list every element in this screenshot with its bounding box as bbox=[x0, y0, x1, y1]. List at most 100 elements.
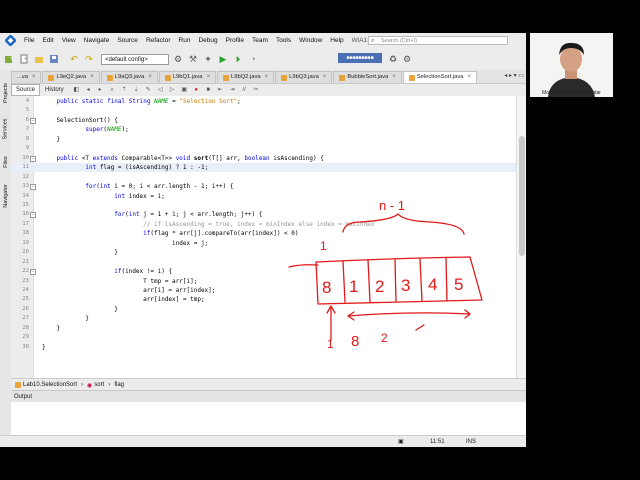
code-line[interactable]: 27 } bbox=[11, 314, 516, 323]
back-icon[interactable]: ◂ bbox=[84, 86, 93, 94]
code-line[interactable]: 23 T tmp = arr[i]; bbox=[11, 277, 516, 286]
shift-left-icon[interactable]: ⇤ bbox=[216, 86, 225, 94]
tab-scroll-arrows-icon[interactable]: ◂ ▸ ▾ ▭ bbox=[504, 72, 524, 79]
output-tab[interactable]: Output bbox=[11, 390, 526, 402]
code-line[interactable]: 7 super(NAME); bbox=[11, 125, 516, 134]
code-line[interactable]: 26 } bbox=[11, 305, 516, 314]
menu-view[interactable]: View bbox=[58, 33, 80, 48]
code-line[interactable]: 21 bbox=[11, 258, 516, 267]
close-icon[interactable]: × bbox=[206, 72, 210, 83]
menu-team[interactable]: Team bbox=[248, 33, 272, 48]
code-line[interactable]: 20 } bbox=[11, 248, 516, 257]
file-tab-3[interactable]: L9bQ1.java × bbox=[158, 71, 216, 83]
code-line[interactable]: 15 bbox=[11, 201, 516, 210]
find-next-icon[interactable]: ⇣ bbox=[132, 86, 141, 94]
output-panel[interactable] bbox=[11, 402, 526, 435]
file-tab-0[interactable]: ...va × bbox=[11, 71, 42, 83]
last-edit-icon[interactable]: ◧ bbox=[72, 86, 81, 94]
editor-scrollbar[interactable] bbox=[516, 96, 526, 378]
close-icon[interactable]: × bbox=[148, 72, 152, 83]
code-line[interactable]: 14 int index = i; bbox=[11, 192, 516, 201]
code-line[interactable]: 19 index = j; bbox=[11, 239, 516, 248]
file-tab-1[interactable]: L9eQ2.java × bbox=[42, 71, 100, 83]
menu-refactor[interactable]: Refactor bbox=[142, 33, 175, 48]
code-line[interactable]: 5 bbox=[11, 106, 516, 115]
new-file-icon[interactable]: + bbox=[18, 53, 30, 65]
build-hammer-icon[interactable]: ⚒ bbox=[187, 53, 199, 65]
bookmark-next-icon[interactable]: ▷ bbox=[168, 86, 177, 94]
menu-profile[interactable]: Profile bbox=[222, 33, 248, 48]
menu-window[interactable]: Window bbox=[295, 33, 326, 48]
history-tab[interactable]: History bbox=[40, 84, 69, 96]
bookmark-toggle-icon[interactable]: ▣ bbox=[180, 86, 189, 94]
code-line[interactable]: 13− for(int i = 0; i < arr.length - 1; i… bbox=[11, 182, 516, 191]
find-prev-icon[interactable]: ⇡ bbox=[120, 86, 129, 94]
sidebar-tab-projects[interactable]: Projects bbox=[0, 78, 11, 108]
menu-debug[interactable]: Debug bbox=[194, 33, 221, 48]
code-line[interactable]: 24 arr[i] = arr[index]; bbox=[11, 286, 516, 295]
code-line[interactable]: 30} bbox=[11, 343, 516, 352]
forward-icon[interactable]: ▸ bbox=[96, 86, 105, 94]
bookmark-prev-icon[interactable]: ◁ bbox=[156, 86, 165, 94]
sidebar-tab-services[interactable]: Services bbox=[0, 114, 11, 144]
fold-toggle-icon[interactable]: − bbox=[30, 184, 36, 191]
menu-file[interactable]: File bbox=[20, 33, 38, 48]
code-line[interactable]: 16− for(int j = 1 + i; j < arr.length; j… bbox=[11, 210, 516, 219]
code-line[interactable]: 29 bbox=[11, 333, 516, 342]
run-icon[interactable]: ▶ bbox=[217, 53, 229, 65]
open-project-icon[interactable] bbox=[33, 53, 45, 65]
record-macro-icon[interactable]: ● bbox=[192, 86, 201, 94]
code-line[interactable]: 12 bbox=[11, 173, 516, 182]
clean-build-icon[interactable]: ✦ bbox=[202, 53, 214, 65]
find-icon[interactable]: ⌕ bbox=[108, 86, 117, 94]
close-icon[interactable]: × bbox=[32, 72, 36, 83]
code-editor[interactable]: 4 public static final String NAME = "Sel… bbox=[11, 96, 516, 378]
code-line[interactable]: 22− if(index != i) { bbox=[11, 267, 516, 276]
close-icon[interactable]: × bbox=[90, 72, 94, 83]
menu-help[interactable]: Help bbox=[326, 33, 347, 48]
profile-icon[interactable]: ◔ bbox=[247, 53, 259, 65]
config-select[interactable]: <default config> bbox=[101, 53, 169, 65]
undo-icon[interactable]: ↶ bbox=[68, 53, 80, 65]
menu-run[interactable]: Run bbox=[175, 33, 195, 48]
code-line[interactable]: 6− SelectionSort() { bbox=[11, 116, 516, 125]
memory-indicator[interactable]: ■■■■■■■■■ bbox=[338, 53, 382, 63]
code-line[interactable]: 4 public static final String NAME = "Sel… bbox=[11, 97, 516, 106]
settings-gear-icon[interactable]: ⚙ bbox=[172, 53, 184, 65]
redo-icon[interactable]: ↷ bbox=[83, 53, 95, 65]
source-tab[interactable]: Source bbox=[11, 84, 41, 96]
gc2-icon[interactable]: ⚙ bbox=[401, 53, 413, 65]
code-line[interactable]: 28 } bbox=[11, 324, 516, 333]
code-line[interactable]: 17 // if isAscending = true, index = min… bbox=[11, 220, 516, 229]
code-line[interactable]: 18 if(flag * arr[j].compareTo(arr[index]… bbox=[11, 229, 516, 238]
menu-navigate[interactable]: Navigate bbox=[80, 33, 114, 48]
code-line[interactable]: 11 int flag = (isAscending) ? 1 : -1; bbox=[11, 163, 516, 173]
search-input[interactable]: ⌕ Search (Ctrl+I) bbox=[368, 36, 508, 45]
close-icon[interactable]: × bbox=[468, 72, 472, 83]
code-line[interactable]: 9 bbox=[11, 144, 516, 153]
save-all-icon[interactable] bbox=[48, 53, 60, 65]
notifications-icon[interactable]: ▣ bbox=[398, 436, 404, 447]
file-tab-2[interactable]: L9aQ3.java × bbox=[100, 71, 158, 83]
fold-toggle-icon[interactable]: − bbox=[30, 269, 36, 276]
breadcrumb-class[interactable]: Lab10.SelectionSort bbox=[11, 382, 81, 388]
code-line[interactable]: 25 arr[index] = tmp; bbox=[11, 295, 516, 304]
shift-right-icon[interactable]: ⇥ bbox=[228, 86, 237, 94]
fold-toggle-icon[interactable]: − bbox=[30, 212, 36, 219]
menu-source[interactable]: Source bbox=[113, 33, 142, 48]
fold-toggle-icon[interactable]: − bbox=[30, 117, 36, 124]
menu-edit[interactable]: Edit bbox=[38, 33, 57, 48]
scrollbar-thumb[interactable] bbox=[519, 136, 525, 256]
stop-macro-icon[interactable]: ■ bbox=[204, 86, 213, 94]
comment-icon[interactable]: // bbox=[240, 86, 249, 94]
toggle-highlight-icon[interactable]: ✎ bbox=[144, 86, 153, 94]
gc-icon[interactable]: ♻ bbox=[387, 53, 399, 65]
file-tab-active[interactable]: SelectionSort.java × bbox=[402, 71, 478, 83]
code-line[interactable]: 10− public <T extends Comparable<T>> voi… bbox=[11, 154, 516, 163]
close-icon[interactable]: × bbox=[392, 72, 396, 83]
breadcrumb-method[interactable]: ◉ sort bbox=[83, 382, 108, 389]
file-tab-4[interactable]: L9bQ2.java × bbox=[217, 71, 275, 83]
new-project-icon[interactable]: + bbox=[3, 53, 15, 65]
sidebar-tab-files[interactable]: Files bbox=[0, 152, 11, 172]
fold-toggle-icon[interactable]: − bbox=[30, 155, 36, 162]
